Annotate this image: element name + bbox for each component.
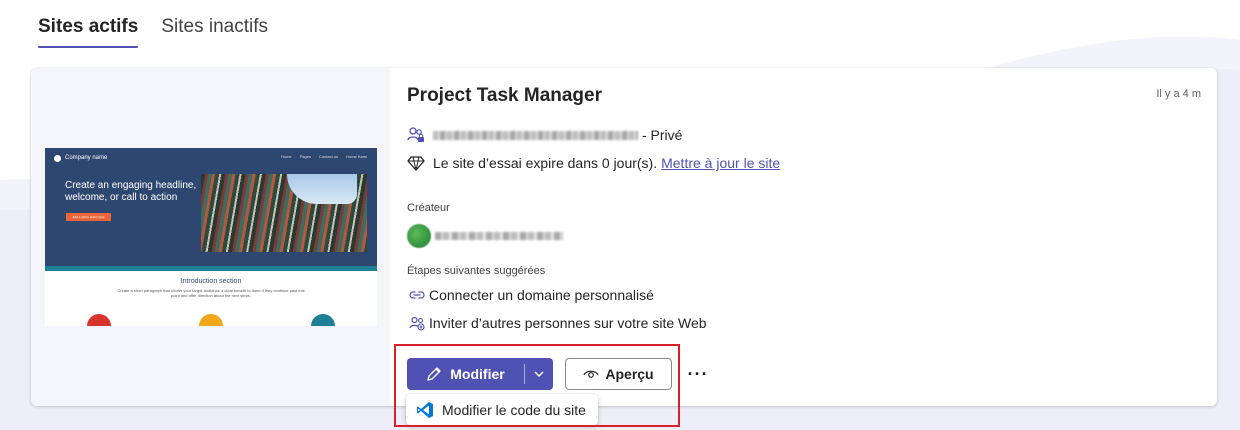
trial-text: Le site d’essai expire dans 0 jour(s). xyxy=(433,155,658,171)
edit-code-menu-item[interactable]: Modifier le code du site xyxy=(406,394,598,425)
edit-split-button: Modifier xyxy=(407,358,553,390)
thumbnail-company-name: Company name xyxy=(65,155,108,161)
thumbnail-menu: Home Pages Contact us Home Kami xyxy=(281,154,367,159)
tab-active-sites[interactable]: Sites actifs xyxy=(38,14,139,48)
edit-button[interactable]: Modifier xyxy=(407,358,524,390)
next-steps-label: Étapes suivantes suggérées xyxy=(407,265,546,277)
invite-people-step[interactable]: Inviter d’autres personnes sur votre sit… xyxy=(409,315,707,331)
thumbnail-menu-item: Home xyxy=(280,154,292,159)
people-add-icon xyxy=(409,315,425,331)
thumbnail-photo xyxy=(201,174,367,252)
link-icon xyxy=(409,287,425,303)
edit-options-button[interactable] xyxy=(525,358,553,390)
thumbnail-headline: Create an engaging headline, welcome, or… xyxy=(65,180,197,203)
creator-row xyxy=(407,224,563,248)
thumbnail-cta: Add a call to action here xyxy=(66,213,111,221)
invite-people-label: Inviter d’autres personnes sur votre sit… xyxy=(429,315,707,331)
visibility-label: - Privé xyxy=(642,127,683,143)
trial-row: Le site d’essai expire dans 0 jour(s). M… xyxy=(407,154,780,172)
edit-button-label: Modifier xyxy=(450,366,505,382)
people-lock-icon xyxy=(407,126,425,144)
connect-domain-label: Connecter un domaine personnalisé xyxy=(429,287,654,303)
site-thumbnail[interactable]: Company name Home Pages Contact us Home … xyxy=(45,148,377,326)
site-title: Project Task Manager xyxy=(407,85,603,106)
thumbnail-menu-item: Home Kami xyxy=(346,154,367,159)
thumbnail-logo-icon xyxy=(54,154,61,162)
thumbnail-step-1-icon xyxy=(87,314,111,326)
chevron-down-icon xyxy=(534,371,544,377)
more-options-button[interactable]: ··· xyxy=(685,361,711,387)
upgrade-site-link[interactable]: Mettre à jour le site xyxy=(661,155,780,171)
pencil-icon xyxy=(427,367,441,381)
thumbnail-step-3-icon xyxy=(311,314,335,326)
creator-name-redacted xyxy=(435,232,563,240)
last-modified-time: Il y a 4 m xyxy=(1156,88,1201,100)
thumbnail-strip xyxy=(45,266,377,271)
owner-row: - Privé xyxy=(407,126,682,144)
avatar xyxy=(407,224,431,248)
thumbnail-intro-title: Introduction section xyxy=(180,278,242,285)
thumbnail-nav: Company name Home Pages Contact us Home … xyxy=(45,148,377,168)
thumbnail-intro-text: Create a short paragraph that shows your… xyxy=(117,288,305,298)
preview-button[interactable]: Aperçu xyxy=(565,358,672,390)
thumbnail-step-2-icon xyxy=(199,314,223,326)
site-tabs: Sites actifs Sites inactifs xyxy=(38,14,268,50)
preview-button-label: Aperçu xyxy=(605,366,654,382)
creator-label: Créateur xyxy=(407,202,450,214)
site-owner-redacted xyxy=(433,130,638,140)
site-card: Company name Home Pages Contact us Home … xyxy=(31,68,1217,425)
diamond-icon xyxy=(407,154,425,172)
thumbnail-menu-item: Pages xyxy=(299,154,311,159)
thumbnail-hero: Company name Home Pages Contact us Home … xyxy=(45,148,377,266)
tab-inactive-sites[interactable]: Sites inactifs xyxy=(161,14,268,48)
thumbnail-menu-item: Contact us xyxy=(318,154,339,159)
vscode-icon xyxy=(417,401,433,418)
eye-icon xyxy=(583,370,599,378)
edit-code-label: Modifier le code du site xyxy=(442,401,586,418)
connect-domain-step[interactable]: Connecter un domaine personnalisé xyxy=(409,287,654,303)
thumbnail-panel: Company name Home Pages Contact us Home … xyxy=(31,68,390,406)
